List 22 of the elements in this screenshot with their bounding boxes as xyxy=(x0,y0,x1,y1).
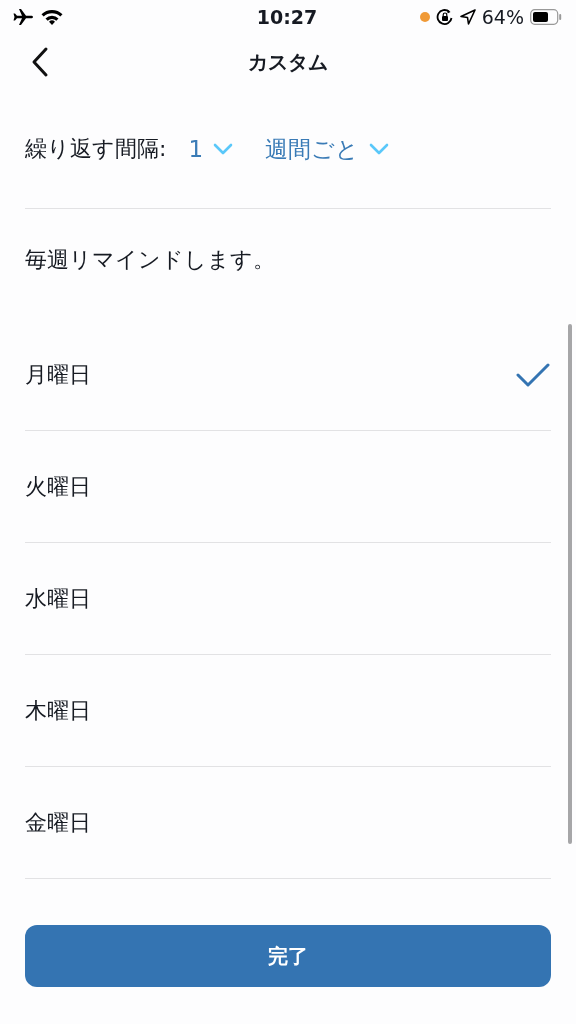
done-button[interactable]: 完了 xyxy=(25,925,551,987)
rotation-lock-icon xyxy=(435,8,454,26)
recording-dot-icon xyxy=(419,12,430,22)
location-arrow-icon xyxy=(459,9,476,25)
chevron-down-icon xyxy=(369,143,390,155)
unit-dropdown[interactable]: 週間ごと xyxy=(265,133,390,165)
battery-percentage: 64% xyxy=(481,6,524,28)
status-time: 10:27 xyxy=(256,6,318,28)
repeat-interval-label: 繰り返す間隔: xyxy=(25,135,167,163)
screen-title: カスタム xyxy=(248,48,328,76)
weekday-row[interactable]: 水曜日 xyxy=(25,543,551,655)
description-text: 毎週リマインドします。 xyxy=(24,246,276,274)
weekday-row[interactable]: 火曜日 xyxy=(25,431,551,543)
weekday-row[interactable]: 月曜日 xyxy=(25,319,551,431)
weekday-row[interactable]: 金曜日 xyxy=(25,767,551,879)
battery-icon xyxy=(530,9,562,25)
back-button[interactable] xyxy=(30,46,50,78)
chevron-down-icon xyxy=(213,143,234,155)
wifi-icon xyxy=(40,8,64,26)
interval-dropdown[interactable]: 1 xyxy=(188,136,234,162)
weekday-row[interactable]: 木曜日 xyxy=(25,655,551,767)
airplane-icon xyxy=(12,8,34,26)
